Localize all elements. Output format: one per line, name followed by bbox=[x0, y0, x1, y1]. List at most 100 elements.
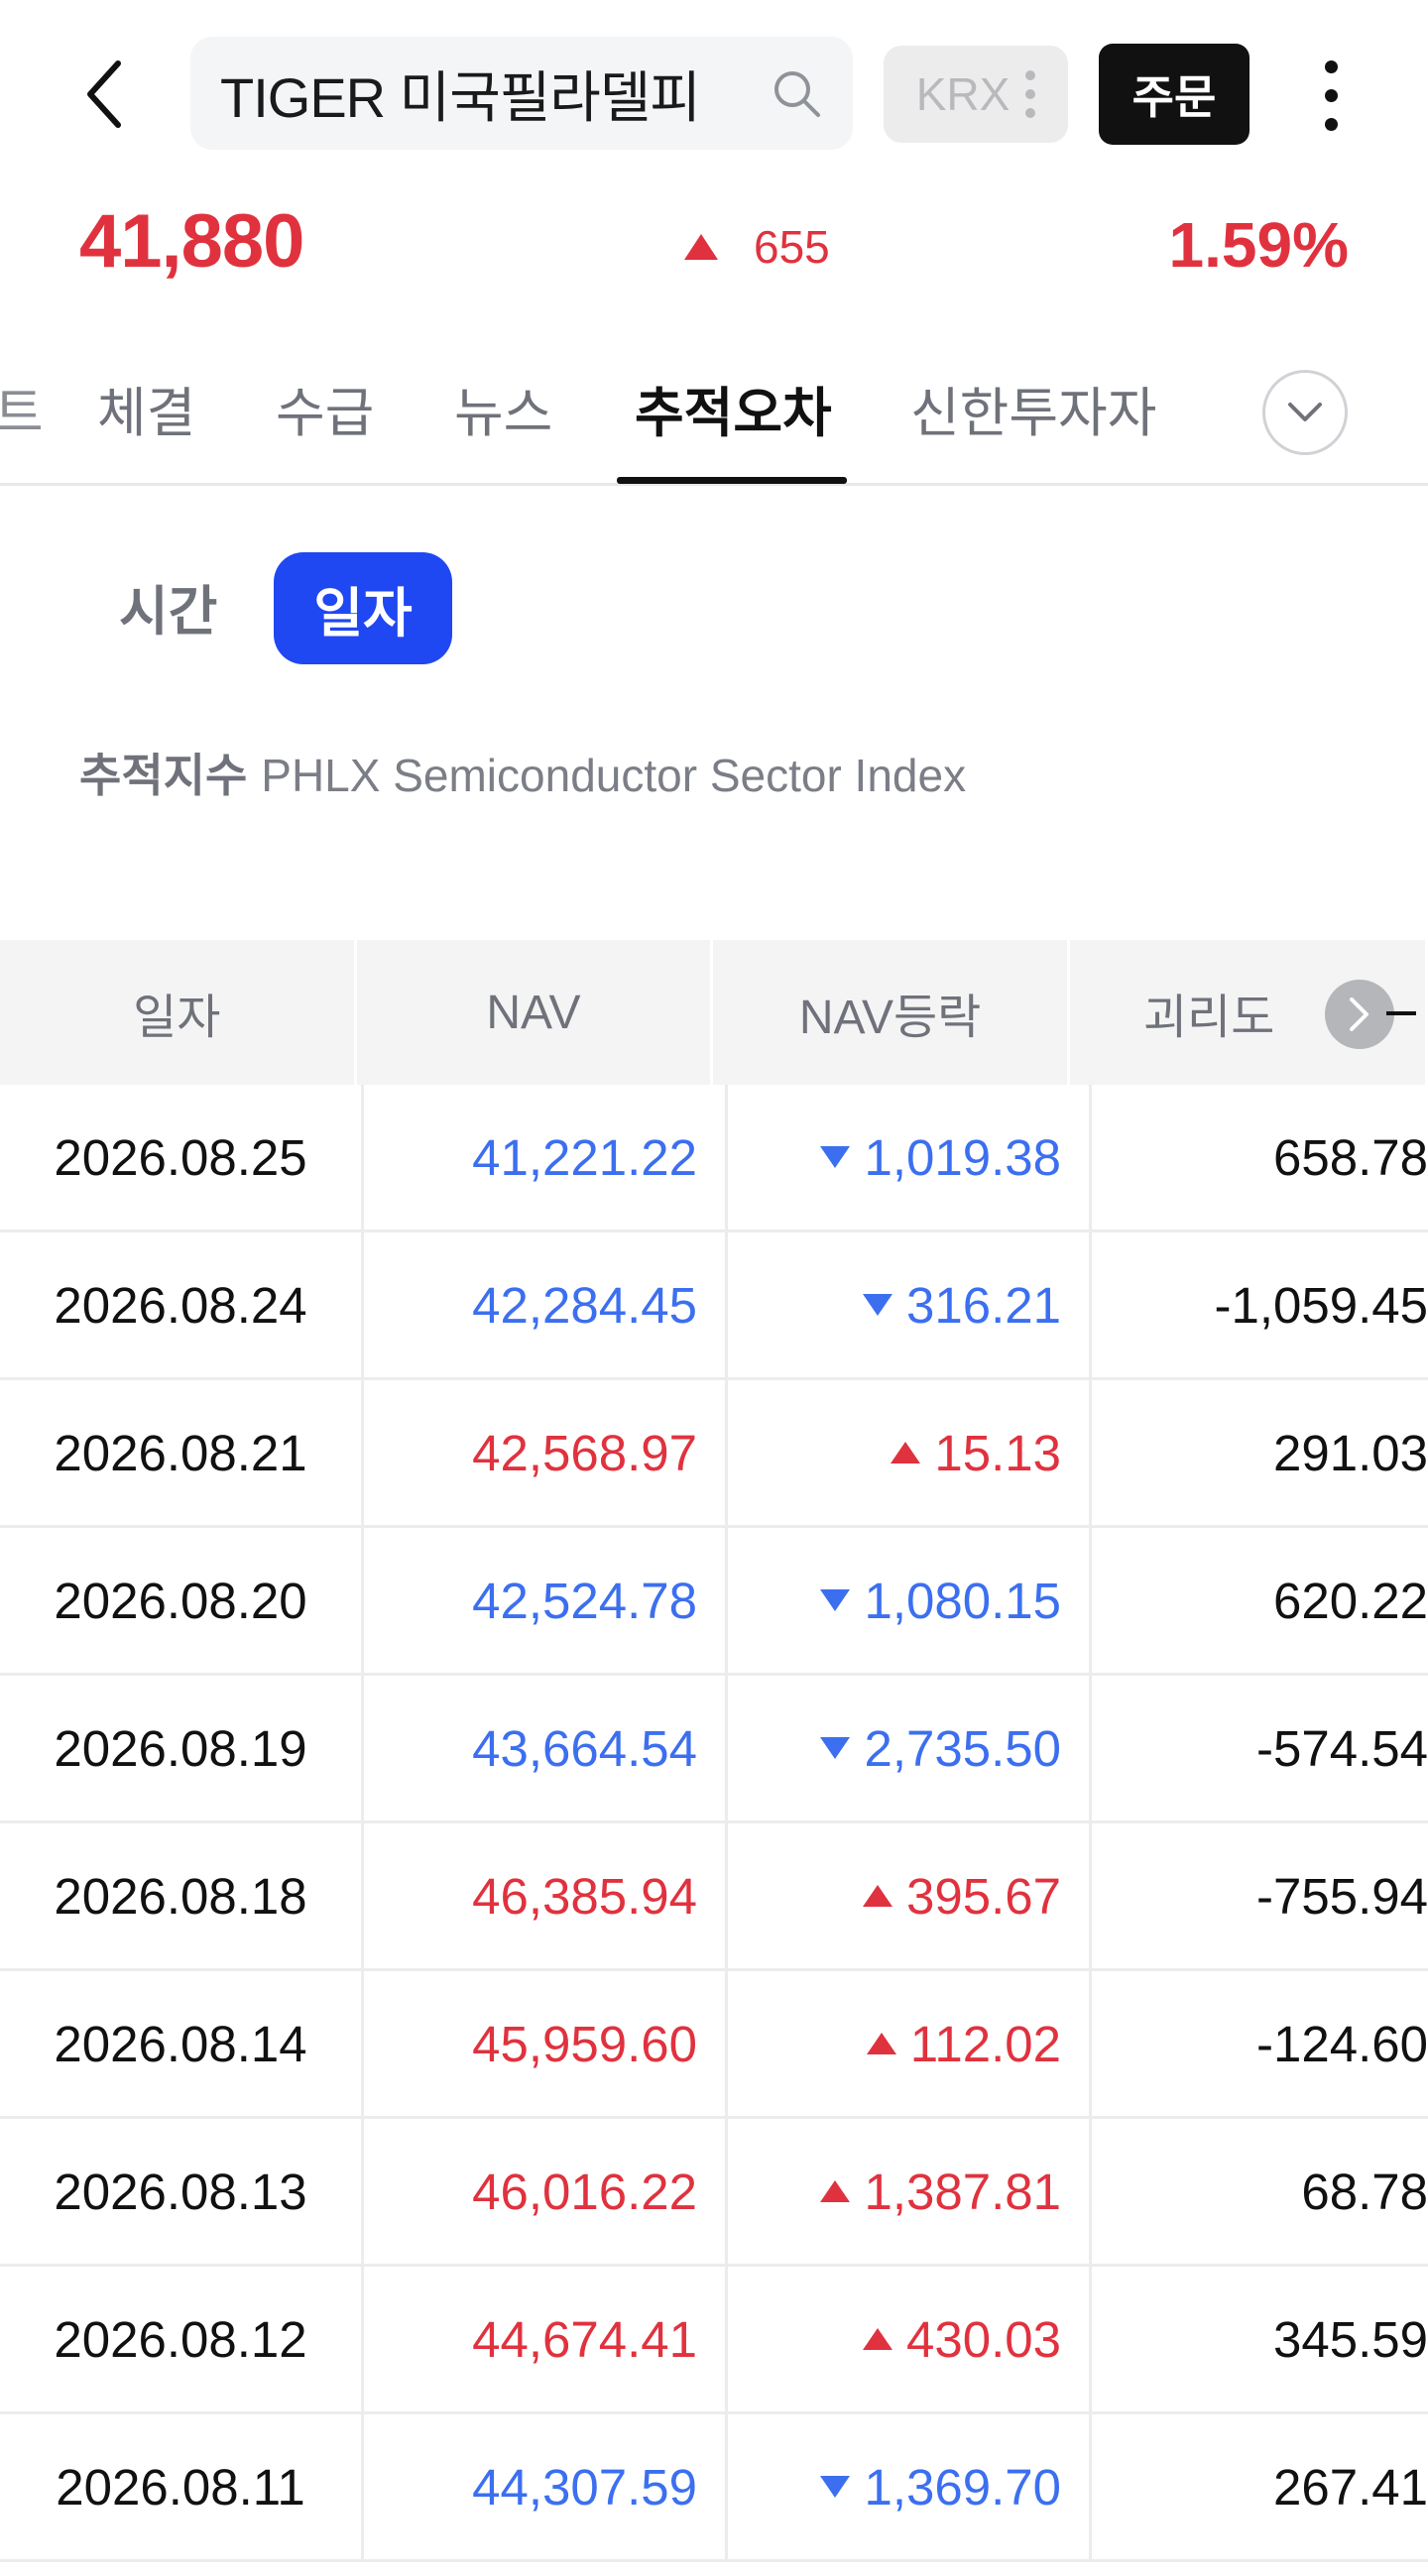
cell-nav-change: 1,369.70 bbox=[728, 2414, 1092, 2559]
segment-day[interactable]: 일자 bbox=[274, 552, 452, 664]
up-triangle-icon bbox=[866, 2033, 896, 2054]
cell-date: 2026.08.12 bbox=[0, 2267, 364, 2411]
table-row[interactable]: 2026.08.12 44,674.41 430.03 345.59 bbox=[0, 2267, 1428, 2414]
cell-nav: 46,385.94 bbox=[364, 1823, 728, 1968]
cell-nav-change: 1,080.15 bbox=[728, 1528, 1092, 1673]
tab-execution[interactable]: 체결 bbox=[97, 369, 195, 447]
down-triangle-icon bbox=[863, 1294, 892, 1316]
cell-nav-change: 1,387.81 bbox=[728, 2119, 1092, 2264]
cell-nav-change-value: 1,387.81 bbox=[864, 2163, 1061, 2220]
tab-expand-button[interactable] bbox=[1262, 370, 1348, 455]
cell-nav: 43,664.54 bbox=[364, 1676, 728, 1820]
cell-nav-change-value: 1,080.15 bbox=[864, 1572, 1061, 1629]
cell-gap: -755.94 bbox=[1256, 1867, 1428, 1925]
cell-date: 2026.08.19 bbox=[0, 1676, 364, 1820]
cell-date: 2026.08.18 bbox=[0, 1823, 364, 1968]
tab-partial[interactable]: 트 bbox=[0, 369, 44, 447]
cell-nav: 41,221.22 bbox=[364, 1085, 728, 1229]
table-row[interactable]: 2026.08.21 42,568.97 15.13 291.03 bbox=[0, 1380, 1428, 1528]
tracking-index-value: PHLX Semiconductor Sector Index bbox=[261, 750, 967, 801]
up-triangle-icon bbox=[891, 1442, 921, 1464]
cell-date: 2026.08.24 bbox=[0, 1232, 364, 1377]
table-row[interactable]: 2026.08.25 41,221.22 1,019.38 658.78 bbox=[0, 1085, 1428, 1232]
cell-gap: 620.22 bbox=[1273, 1572, 1428, 1629]
cell-gap: 68.78 bbox=[1301, 2163, 1428, 2220]
table-row[interactable]: 2026.08.19 43,664.54 2,735.50 -574.54 bbox=[0, 1676, 1428, 1823]
down-triangle-icon bbox=[820, 2476, 851, 2498]
cell-gap: 267.41 bbox=[1273, 2458, 1428, 2516]
more-vertical-icon bbox=[1324, 59, 1338, 73]
chevron-down-icon bbox=[1288, 403, 1322, 421]
cell-date: 2026.08.20 bbox=[0, 1528, 364, 1673]
cell-gap: -1,059.45 bbox=[1214, 1276, 1428, 1334]
table-row[interactable]: 2026.08.20 42,524.78 1,080.15 620.22 bbox=[0, 1528, 1428, 1676]
cell-nav: 42,524.78 bbox=[364, 1528, 728, 1673]
top-bar: TIGER 미국필라델피 KRX 주문 bbox=[0, 0, 1428, 188]
tab-tracking-error[interactable]: 추적오차 bbox=[635, 369, 832, 447]
up-triangle-icon bbox=[863, 1885, 892, 1907]
cell-nav: 46,016.22 bbox=[364, 2119, 728, 2264]
more-vertical-icon bbox=[1025, 70, 1036, 118]
cell-gap: 658.78 bbox=[1273, 1128, 1428, 1186]
search-text: TIGER 미국필라델피 bbox=[220, 65, 701, 129]
up-triangle-icon bbox=[863, 2328, 892, 2350]
cell-nav-change: 15.13 bbox=[728, 1380, 1092, 1525]
cell-nav: 42,284.45 bbox=[364, 1232, 728, 1377]
current-price: 41,880 bbox=[79, 199, 304, 284]
cell-date: 2026.08.13 bbox=[0, 2119, 364, 2264]
cell-nav-change: 2,735.50 bbox=[728, 1676, 1092, 1820]
up-triangle-icon bbox=[820, 2180, 851, 2202]
down-triangle-icon bbox=[820, 1146, 851, 1168]
table-body: 2026.08.25 41,221.22 1,019.38 658.78 202… bbox=[0, 1085, 1428, 2562]
cell-nav-change-value: 1,019.38 bbox=[864, 1128, 1061, 1186]
cell-date: 2026.08.11 bbox=[0, 2414, 364, 2559]
table-row[interactable]: 2026.08.18 46,385.94 395.67 -755.94 bbox=[0, 1823, 1428, 1971]
cell-nav: 44,674.41 bbox=[364, 2267, 728, 2411]
price-change: 655 bbox=[684, 220, 830, 274]
exchange-selector[interactable]: KRX bbox=[884, 46, 1068, 143]
table-row[interactable]: 2026.08.14 45,959.60 112.02 -124.60 bbox=[0, 1971, 1428, 2119]
cell-nav-change: 112.02 bbox=[728, 1971, 1092, 2116]
chevron-left-icon bbox=[87, 60, 121, 128]
cell-gap: -574.54 bbox=[1256, 1719, 1428, 1777]
cell-nav: 42,568.97 bbox=[364, 1380, 728, 1525]
cell-gap: 291.03 bbox=[1273, 1424, 1428, 1481]
chevron-right-icon bbox=[1350, 997, 1368, 1031]
table-row[interactable]: 2026.08.13 46,016.22 1,387.81 68.78 bbox=[0, 2119, 1428, 2267]
down-triangle-icon bbox=[820, 1737, 851, 1759]
tab-supply-demand[interactable]: 수급 bbox=[276, 369, 374, 447]
cell-nav-change: 395.67 bbox=[728, 1823, 1092, 1968]
down-triangle-icon bbox=[820, 1589, 851, 1611]
cell-date: 2026.08.21 bbox=[0, 1380, 364, 1525]
more-menu-button[interactable] bbox=[1304, 56, 1358, 135]
cell-nav-change: 430.03 bbox=[728, 2267, 1092, 2411]
price-change-value: 655 bbox=[754, 221, 830, 273]
cell-nav-change-value: 2,735.50 bbox=[864, 1719, 1061, 1777]
exchange-label: KRX bbox=[915, 68, 1011, 120]
cell-nav-change-value: 395.67 bbox=[906, 1867, 1061, 1925]
cell-gap: -124.60 bbox=[1256, 2015, 1428, 2072]
cell-gap: 345.59 bbox=[1273, 2310, 1428, 2368]
segment-time[interactable]: 시간 bbox=[119, 567, 217, 645]
tab-shinhan-investor[interactable]: 신한투자자 bbox=[910, 369, 1156, 447]
cell-nav: 45,959.60 bbox=[364, 1971, 728, 2116]
cell-nav-change-value: 15.13 bbox=[934, 1424, 1061, 1481]
order-button[interactable]: 주문 bbox=[1099, 44, 1250, 145]
tab-news[interactable]: 뉴스 bbox=[454, 369, 552, 447]
back-button[interactable] bbox=[69, 52, 139, 137]
column-header-date: 일자 bbox=[0, 940, 357, 1085]
up-triangle-icon bbox=[684, 234, 718, 260]
cell-nav: 44,307.59 bbox=[364, 2414, 728, 2559]
active-tab-indicator bbox=[617, 477, 847, 484]
search-icon[interactable] bbox=[770, 66, 823, 120]
cell-nav-change: 1,019.38 bbox=[728, 1085, 1092, 1229]
table-row[interactable]: 2026.08.11 44,307.59 1,369.70 267.41 bbox=[0, 2414, 1428, 2562]
tracking-index: 추적지수 PHLX Semiconductor Sector Index bbox=[79, 740, 966, 805]
column-edge-marker bbox=[1386, 1011, 1416, 1015]
cell-nav-change-value: 316.21 bbox=[906, 1276, 1061, 1334]
tracking-index-label: 추적지수 bbox=[79, 750, 248, 801]
scroll-right-button[interactable] bbox=[1325, 980, 1394, 1049]
search-box[interactable]: TIGER 미국필라델피 bbox=[190, 37, 853, 150]
cell-date: 2026.08.14 bbox=[0, 1971, 364, 2116]
table-row[interactable]: 2026.08.24 42,284.45 316.21 -1,059.45 bbox=[0, 1232, 1428, 1380]
